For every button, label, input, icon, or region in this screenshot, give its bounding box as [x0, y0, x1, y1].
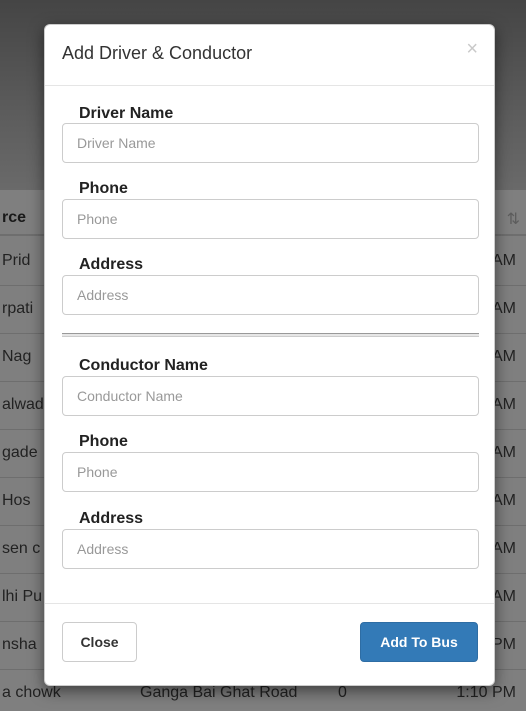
conductor-phone-label: Phone — [79, 433, 128, 450]
modal-header: Add Driver & Conductor × — [45, 25, 494, 86]
section-divider — [62, 333, 479, 337]
conductor-name-input[interactable] — [62, 376, 479, 416]
close-icon[interactable]: × — [466, 39, 478, 59]
modal-title: Add Driver & Conductor — [62, 43, 253, 63]
modal-footer: Close Add To Bus — [45, 603, 494, 685]
driver-phone-label: Phone — [79, 180, 128, 197]
conductor-phone-input[interactable] — [62, 452, 479, 492]
add-to-bus-button[interactable]: Add To Bus — [360, 622, 478, 662]
driver-name-input[interactable] — [62, 123, 479, 163]
conductor-name-label: Conductor Name — [79, 357, 208, 374]
driver-phone-input[interactable] — [62, 199, 479, 239]
driver-address-input[interactable] — [62, 275, 479, 315]
conductor-address-label: Address — [79, 510, 144, 527]
close-button[interactable]: Close — [62, 622, 137, 662]
driver-address-label: Address — [79, 256, 144, 273]
add-driver-conductor-modal: Add Driver & Conductor × Driver Name Pho… — [44, 24, 495, 686]
driver-name-label: Driver Name — [79, 105, 174, 122]
conductor-address-input[interactable] — [62, 529, 479, 569]
